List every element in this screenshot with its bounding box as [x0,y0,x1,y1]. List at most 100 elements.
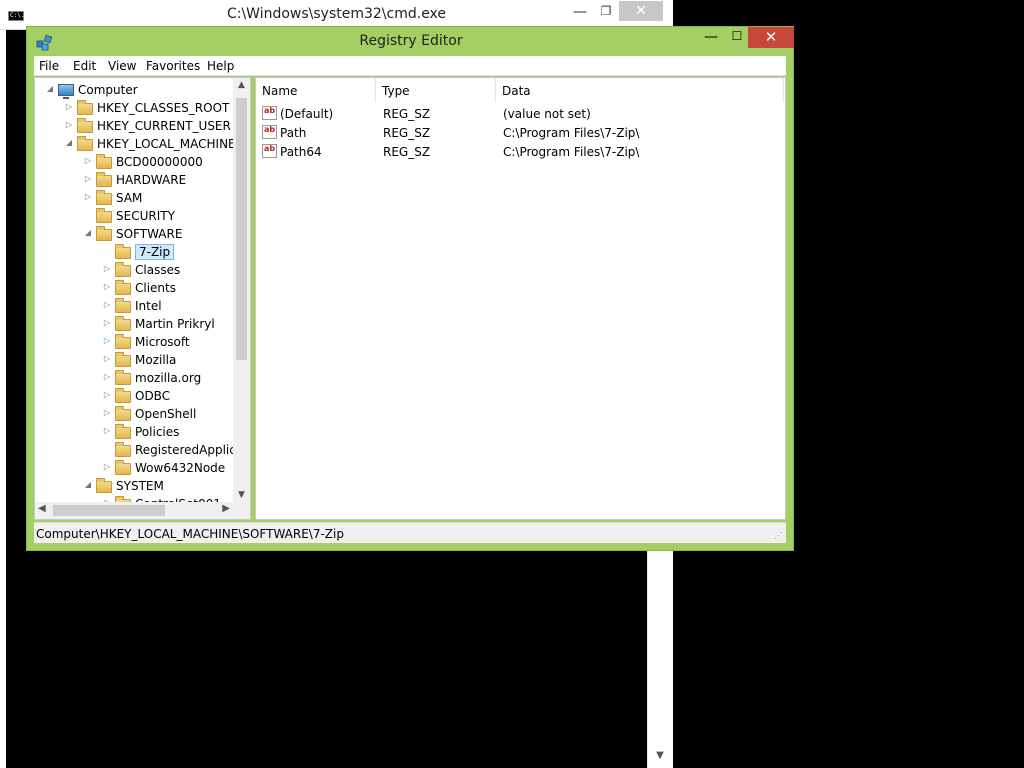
expand-arrow-icon[interactable]: ▷ [83,192,93,201]
menu-edit[interactable]: Edit [73,59,96,73]
tree-item-label[interactable]: Mozilla [135,353,176,367]
cmd-scroll-down-icon[interactable]: ▼ [648,750,672,766]
tree-item[interactable]: ◢ SOFTWARE [35,226,235,244]
tree-item[interactable]: ▷ HKEY_CURRENT_USER [35,118,235,136]
column-header-data[interactable]: Data [496,78,784,102]
cmd-close-button[interactable]: ✕ [619,1,663,21]
tree-item-label[interactable]: HKEY_CURRENT_USER [97,119,231,133]
expand-arrow-icon[interactable]: ▷ [64,102,74,111]
expand-arrow-icon[interactable]: ▷ [102,426,112,435]
value-row[interactable]: ab Path64 REG_SZ C:\Program Files\7-Zip\ [256,143,785,162]
expand-arrow-icon[interactable]: ▷ [102,372,112,381]
expand-arrow-icon[interactable]: ▷ [102,282,112,291]
tree-item[interactable]: ▷ HARDWARE [35,172,235,190]
tree-item-label[interactable]: Microsoft [135,335,190,349]
expand-arrow-icon[interactable]: ▷ [102,354,112,363]
folder-icon [96,208,112,223]
tree-item[interactable]: ◢ HKEY_LOCAL_MACHINE [35,136,236,154]
resize-grip-icon[interactable]: ⋰ [774,531,784,541]
value-row[interactable]: ab (Default) REG_SZ (value not set) [256,105,785,124]
scroll-down-icon[interactable]: ▼ [233,490,250,500]
tree-item-label[interactable]: OpenShell [135,407,196,421]
tree-item[interactable]: ▷ Microsoft [35,334,235,352]
expand-arrow-icon[interactable]: ▷ [102,264,112,273]
expand-arrow-icon[interactable]: ▷ [102,390,112,399]
folder-icon [115,442,131,457]
tree-item[interactable]: ▷ ODBC [35,388,235,406]
tree-item[interactable]: ▷ Wow6432Node [35,460,235,478]
tree-item-label[interactable]: ODBC [135,389,170,403]
expand-arrow-icon[interactable]: ▷ [83,156,93,165]
tree-item[interactable]: ▷ HKEY_CLASSES_ROOT [35,100,235,118]
tree-item[interactable]: ▷ Clients [35,280,235,298]
tree-item-label[interactable]: BCD00000000 [116,155,203,169]
expand-arrow-icon[interactable]: ▷ [83,174,93,183]
minimize-button[interactable]: — [699,29,723,49]
tree-item[interactable]: ▷ Intel [35,298,235,316]
tree-item-label[interactable]: SOFTWARE [116,227,182,241]
column-header-name[interactable]: Name [256,78,376,102]
maximize-button[interactable]: ☐ [725,29,749,49]
collapse-arrow-icon[interactable]: ◢ [45,84,55,93]
tree-item[interactable]: ◢ SYSTEM [35,478,235,496]
tree-item-label[interactable]: Martin Prikryl [135,317,215,331]
tree-hscroll-thumb[interactable] [53,505,165,516]
expand-arrow-icon[interactable]: ▷ [102,336,112,345]
scroll-left-icon[interactable]: ◀ [38,503,46,514]
expand-arrow-icon[interactable]: ▷ [102,318,112,327]
tree-item-label[interactable]: Wow6432Node [135,461,225,475]
tree-item-label[interactable]: Policies [135,425,179,439]
tree-item-label[interactable]: Clients [135,281,176,295]
collapse-arrow-icon[interactable]: ◢ [64,138,74,147]
tree-item-label[interactable]: HKEY_LOCAL_MACHINE [97,137,236,151]
expand-arrow-icon[interactable]: ▷ [102,408,112,417]
expand-arrow-icon[interactable]: ▷ [102,462,112,471]
tree-item-label[interactable]: RegisteredApplica [135,443,243,457]
tree-item-label[interactable]: SAM [116,191,142,205]
tree-item-label[interactable]: HKEY_CLASSES_ROOT [97,101,229,115]
tree-vertical-scrollbar[interactable]: ▲ ▼ [233,78,250,502]
column-header-type[interactable]: Type [376,78,496,102]
tree-item-label[interactable]: Intel [135,299,162,313]
expand-arrow-icon[interactable]: ▷ [102,300,112,309]
tree-item[interactable]: ▷ Martin Prikryl [35,316,235,334]
tree-item-label[interactable]: 7-Zip [135,244,175,260]
scroll-up-icon[interactable]: ▲ [233,80,250,90]
value-row[interactable]: ab Path REG_SZ C:\Program Files\7-Zip\ [256,124,785,143]
tree-item-label[interactable]: mozilla.org [135,371,201,385]
tree-item-label[interactable]: HARDWARE [116,173,186,187]
close-button[interactable]: ✕ [748,27,794,48]
expand-arrow-icon[interactable]: ▷ [64,120,74,129]
registry-editor-title: Registry Editor [359,33,463,49]
menu-file[interactable]: File [39,59,59,73]
key-tree-pane[interactable]: ◢ Computer ▷ HKEY_CLASSES_ROOT ▷ HKEY_CURRENT… [34,77,251,520]
folder-icon [115,298,131,313]
menu-help[interactable]: Help [207,59,234,73]
tree-item[interactable]: ◢ Computer [35,82,235,100]
tree-item[interactable]: ▷ Mozilla [35,352,235,370]
tree-item[interactable]: SECURITY [35,208,235,226]
tree-item[interactable]: ▷ SAM [35,190,235,208]
tree-item[interactable]: RegisteredApplica [35,442,243,460]
tree-item-label[interactable]: Computer [78,83,138,97]
tree-item-label[interactable]: SYSTEM [116,479,164,493]
tree-item[interactable]: 7-Zip [35,244,235,262]
menu-favorites[interactable]: Favorites [146,59,200,73]
values-list-pane[interactable]: Name Type Data ab (Default) REG_SZ (value n… [255,77,786,520]
scroll-right-icon[interactable]: ▶ [222,503,230,514]
cmd-minimize-button[interactable]: — [570,4,590,22]
menu-view[interactable]: View [108,59,136,73]
tree-item-label[interactable]: Classes [135,263,180,277]
tree-item[interactable]: ▷ Policies [35,424,235,442]
tree-vscroll-thumb[interactable] [236,98,247,360]
value-name: Path64 [280,145,322,159]
tree-item[interactable]: ▷ BCD00000000 [35,154,235,172]
tree-item[interactable]: ▷ mozilla.org [35,370,235,388]
tree-item[interactable]: ▷ Classes [35,262,235,280]
tree-item[interactable]: ▷ OpenShell [35,406,235,424]
tree-horizontal-scrollbar[interactable]: ◀ ▶ [35,502,233,519]
collapse-arrow-icon[interactable]: ◢ [83,228,93,237]
cmd-maximize-button[interactable]: ❐ [596,4,616,22]
tree-item-label[interactable]: SECURITY [116,209,175,223]
collapse-arrow-icon[interactable]: ◢ [83,480,93,489]
